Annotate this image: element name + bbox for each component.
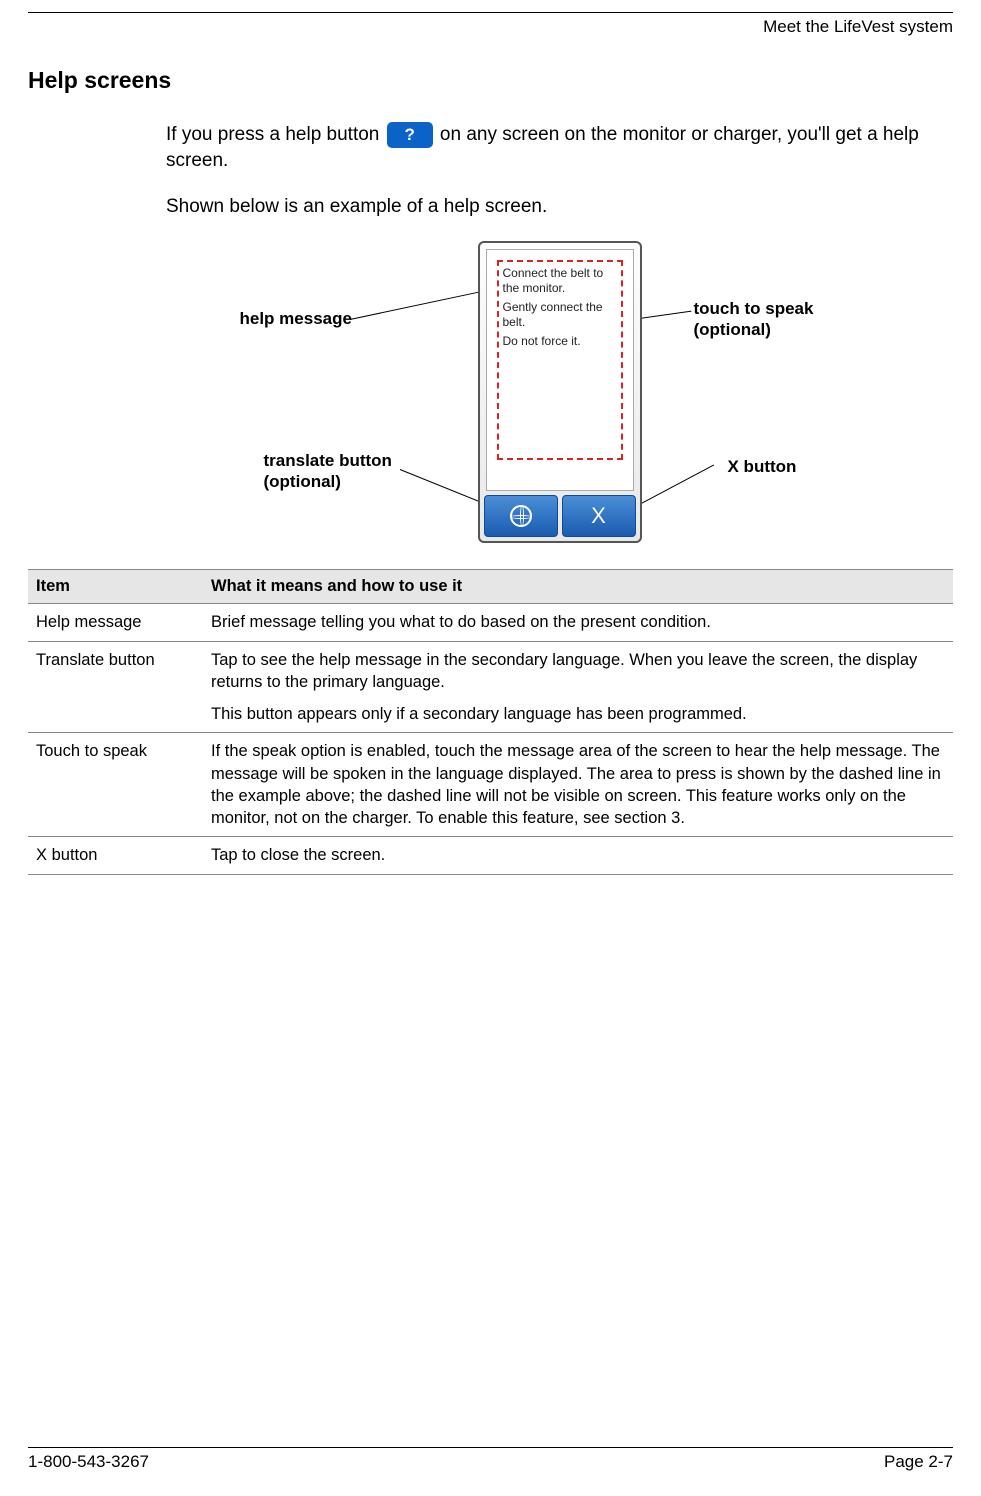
chapter-title: Meet the LifeVest system [28,17,953,37]
section-heading: Help screens [28,67,953,94]
footer-page: Page 2-7 [884,1452,953,1472]
item-cell: Translate button [28,641,203,733]
help-screen-figure: help message translate button (optional)… [240,239,880,549]
device-line1: Connect the belt to the monitor. [503,266,617,296]
intro-paragraph: If you press a help button ? on any scre… [166,122,953,174]
translate-button[interactable] [484,495,558,537]
para1-pre: If you press a help button [166,124,385,145]
table-row: X button Tap to close the screen. [28,837,953,874]
close-x-button[interactable]: X [562,495,636,537]
device-line3: Do not force it. [503,334,617,349]
x-icon: X [591,503,606,529]
touch-to-speak-area: Connect the belt to the monitor. Gently … [497,260,623,460]
desc-cell: Brief message telling you what to do bas… [203,604,953,641]
help-items-table: Item What it means and how to use it Hel… [28,569,953,874]
example-paragraph: Shown below is an example of a help scre… [166,194,953,220]
item-cell: X button [28,837,203,874]
help-button-icon: ? [387,122,433,148]
item-cell: Help message [28,604,203,641]
table-row: Translate button Tap to see the help mes… [28,641,953,733]
table-row: Help message Brief message telling you w… [28,604,953,641]
desc-cell: If the speak option is enabled, touch th… [203,733,953,837]
item-cell: Touch to speak [28,733,203,837]
device-line2: Gently connect the belt. [503,300,617,330]
footer-phone: 1-800-543-3267 [28,1452,149,1472]
desc-cell: Tap to close the screen. [203,837,953,874]
callout-help-message: help message [240,309,352,329]
col-header-item: Item [28,570,203,604]
desc-cell: Tap to see the help message in the secon… [203,641,953,733]
device-mockup: Connect the belt to the monitor. Gently … [478,241,642,543]
col-header-desc: What it means and how to use it [203,570,953,604]
callout-x-button: X button [728,457,797,477]
callout-translate-button: translate button (optional) [264,451,392,492]
globe-icon [510,505,532,527]
callout-touch-to-speak: touch to speak (optional) [694,299,814,340]
table-row: Touch to speak If the speak option is en… [28,733,953,837]
